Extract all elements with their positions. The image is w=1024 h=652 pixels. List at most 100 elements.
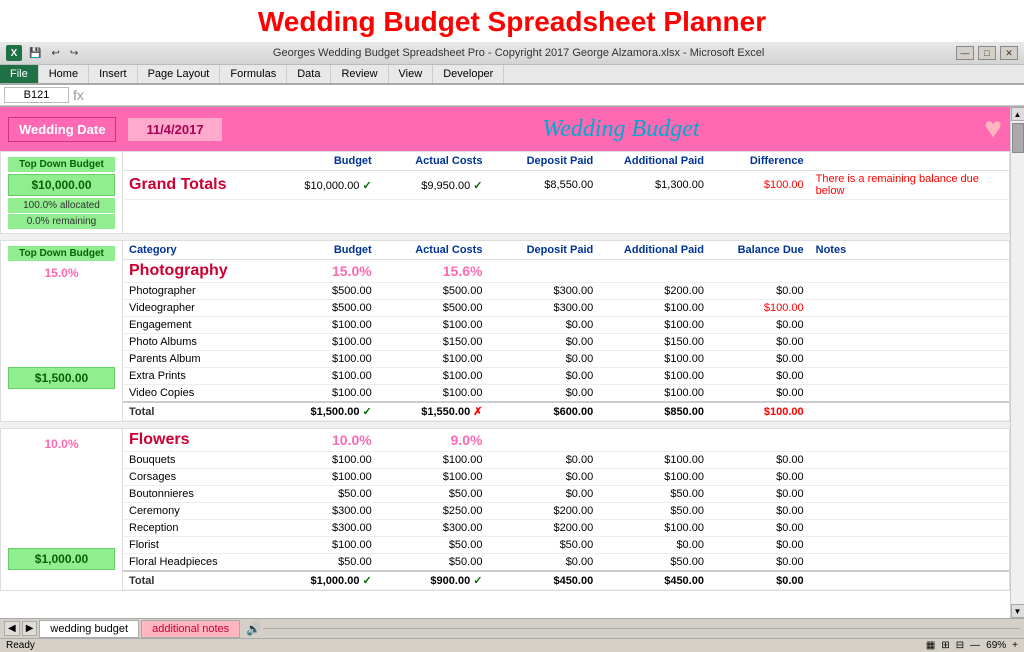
grand-total-difference: $100.00 (710, 171, 810, 200)
tab-bar: ◀ ▶ wedding budget additional notes 🔊 (0, 618, 1024, 638)
zoom-in-button[interactable]: + (1012, 640, 1018, 651)
formula-input[interactable] (88, 88, 1020, 102)
app-title-banner: Wedding Budget Spreadsheet Planner (0, 0, 1024, 42)
tab-review[interactable]: Review (331, 65, 388, 83)
minimize-button[interactable]: — (956, 46, 974, 60)
grand-totals-table: Budget Actual Costs Deposit Paid Additio… (123, 152, 1009, 200)
table-row: Videographer $500.00 $500.00 $300.00 $10… (123, 300, 1009, 317)
ph-th-balance: Balance Due (710, 241, 810, 260)
tab-nav-next[interactable]: ▶ (22, 621, 38, 636)
app-container: Wedding Budget Spreadsheet Planner X 💾 ↩… (0, 0, 1024, 652)
ph-th-budget: Budget (267, 241, 378, 260)
tab-insert[interactable]: Insert (89, 65, 138, 83)
photo-budget-box: $1,500.00 (8, 367, 115, 389)
grand-total-additional: $1,300.00 (599, 171, 710, 200)
photography-table: Category Budget Actual Costs Deposit Pai… (123, 241, 1009, 421)
status-ready: Ready (6, 640, 35, 651)
grand-total-deposit: $8,550.00 (488, 171, 599, 200)
th-difference: Difference (710, 152, 810, 171)
title-bar-left: X 💾 ↩ ↪ (6, 45, 81, 61)
formula-bar: B121 fx (0, 85, 1024, 106)
photo-pct: 15.0% (8, 263, 115, 283)
sheet-tab-wedding-budget[interactable]: wedding budget (39, 620, 139, 638)
photography-section: Top Down Budget 15.0% $1,500.00 Category… (0, 240, 1010, 422)
th-notes-blank (810, 152, 1009, 171)
tab-nav-prev[interactable]: ◀ (4, 621, 20, 636)
flowers-section: 10.0% $1,000.00 Flowers 10.0% 9.0% (0, 428, 1010, 591)
redo-quick-btn[interactable]: ↪ (67, 47, 81, 60)
remaining-text: 0.0% remaining (8, 214, 115, 229)
ph-th-actual: Actual Costs (378, 241, 489, 260)
scroll-thumb[interactable] (1012, 123, 1024, 153)
hearts-decoration: ♥ ♥ (960, 112, 1002, 146)
ph-th-category: Category (123, 241, 267, 260)
wedding-date-label: Wedding Date (8, 117, 116, 142)
grand-total-budget: $10,000.00 ✓ (267, 171, 378, 200)
heart-icon-2: ♥ (984, 112, 1002, 146)
view-normal-icon[interactable]: ▦ (926, 640, 935, 651)
flowers-table-container: Flowers 10.0% 9.0% Bouquets $100.00 $100… (123, 429, 1009, 590)
photography-sidebar: Top Down Budget 15.0% $1,500.00 (1, 241, 123, 421)
flowers-total-row: Total $1,000.00 ✓ $900.00 ✓ $450.00 $450… (123, 571, 1009, 590)
table-row: Corsages $100.00 $100.00 $0.00 $100.00 $… (123, 469, 1009, 486)
view-page-icon[interactable]: ⊟ (956, 640, 964, 651)
photography-budget-pct: 15.0% (267, 260, 378, 283)
undo-quick-btn[interactable]: ↩ (48, 47, 62, 60)
title-bar-filename: Georges Wedding Budget Spreadsheet Pro -… (273, 47, 764, 59)
tab-home[interactable]: Home (39, 65, 89, 83)
scroll-up-button[interactable]: ▲ (1011, 107, 1024, 121)
window-chrome: X 💾 ↩ ↪ Georges Wedding Budget Spreadshe… (0, 42, 1024, 107)
maximize-button[interactable]: □ (978, 46, 996, 60)
photography-name: Photography (123, 260, 267, 283)
photography-category-row: Photography 15.0% 15.6% (123, 260, 1009, 283)
scroll-down-button[interactable]: ▼ (1011, 604, 1024, 618)
flowers-category-row: Flowers 10.0% 9.0% (123, 429, 1009, 452)
table-row: Extra Prints $100.00 $100.00 $0.00 $100.… (123, 368, 1009, 385)
view-pagebreak-icon[interactable]: ⊞ (941, 640, 949, 651)
table-row: Parents Album $100.00 $100.00 $0.00 $100… (123, 351, 1009, 368)
wedding-title: Wedding Budget (294, 116, 949, 143)
photography-actual-pct: 15.6% (378, 260, 489, 283)
add-sheet-button[interactable]: 🔊 (246, 622, 261, 636)
flowers-sidebar: 10.0% $1,000.00 (1, 429, 123, 590)
vertical-scrollbar[interactable]: ▲ ▼ (1010, 107, 1024, 618)
tab-view[interactable]: View (389, 65, 434, 83)
table-row: Reception $300.00 $300.00 $200.00 $100.0… (123, 520, 1009, 537)
table-row: Bouquets $100.00 $100.00 $0.00 $100.00 $… (123, 452, 1009, 469)
zoom-out-button[interactable]: — (970, 640, 980, 651)
ribbon: File Home Insert Page Layout Formulas Da… (0, 65, 1024, 85)
flowers-actual-pct: 9.0% (378, 429, 489, 452)
tab-file[interactable]: File (0, 65, 39, 83)
photo-top-down-label: Top Down Budget (8, 246, 115, 261)
sheet-tab-additional-notes[interactable]: additional notes (141, 620, 240, 638)
th-category (123, 152, 267, 171)
excel-icon: X (6, 45, 22, 61)
table-row: Photographer $500.00 $500.00 $300.00 $20… (123, 283, 1009, 300)
tab-pagelayout[interactable]: Page Layout (138, 65, 221, 83)
heart-icon-1: ♥ (960, 112, 978, 146)
formula-divider: fx (73, 87, 84, 103)
table-row: Floral Headpieces $50.00 $50.00 $0.00 $5… (123, 554, 1009, 572)
flowers-budget-pct: 10.0% (267, 429, 378, 452)
window-controls: — □ ✕ (956, 46, 1018, 60)
status-right: ▦ ⊞ ⊟ — 69% + (926, 640, 1018, 651)
tab-formulas[interactable]: Formulas (220, 65, 287, 83)
table-row: Ceremony $300.00 $250.00 $200.00 $50.00 … (123, 503, 1009, 520)
allocated-text: 100.0% allocated (8, 198, 115, 213)
tab-data[interactable]: Data (287, 65, 331, 83)
grand-total-budget-box: $10,000.00 (8, 174, 115, 196)
cell-reference[interactable]: B121 (4, 87, 69, 103)
save-quick-btn[interactable]: 💾 (26, 47, 44, 60)
th-deposit-paid: Deposit Paid (488, 152, 599, 171)
ph-th-additional: Additional Paid (599, 241, 710, 260)
spreadsheet-area: Wedding Date 11/4/2017 Wedding Budget ♥ … (0, 107, 1024, 618)
th-budget: Budget (267, 152, 378, 171)
tab-developer[interactable]: Developer (433, 65, 504, 83)
table-row: Florist $100.00 $50.00 $50.00 $0.00 $0.0… (123, 537, 1009, 554)
close-button[interactable]: ✕ (1000, 46, 1018, 60)
photography-table-container: Category Budget Actual Costs Deposit Pai… (123, 241, 1009, 421)
grand-totals-section: Top Down Budget $10,000.00 100.0% alloca… (0, 151, 1010, 234)
table-row: Boutonnieres $50.00 $50.00 $0.00 $50.00 … (123, 486, 1009, 503)
app-title: Wedding Budget Spreadsheet Planner (258, 6, 766, 37)
grand-totals-sidebar: Top Down Budget $10,000.00 100.0% alloca… (1, 152, 123, 233)
